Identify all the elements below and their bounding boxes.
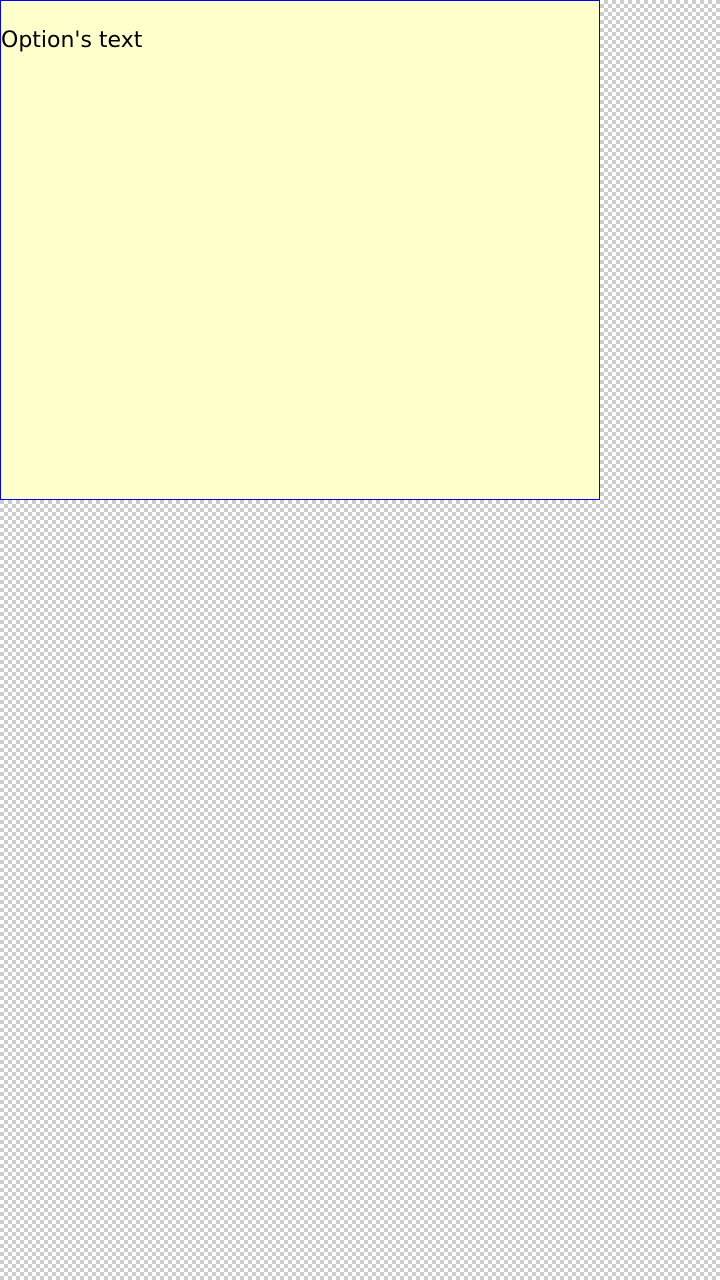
option-box[interactable]: Option's text [0, 0, 600, 500]
transparent-canvas: { "option": { "text": "Option's text" },… [0, 0, 720, 1280]
option-text: Option's text [1, 28, 143, 53]
